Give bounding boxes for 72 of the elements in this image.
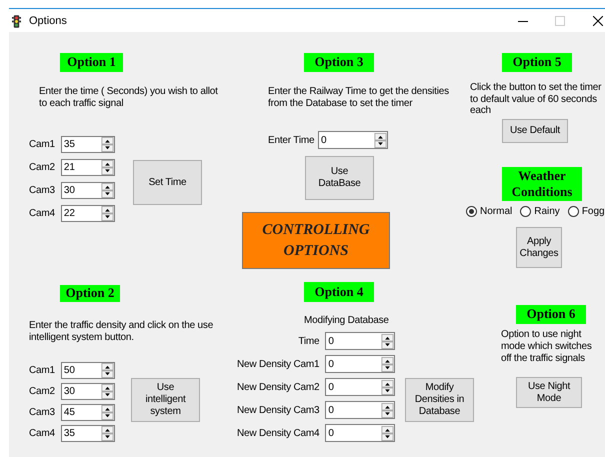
modify-densities-button[interactable]: Modify Densities in Database: [405, 378, 474, 422]
number-field[interactable]: 0: [325, 332, 396, 350]
number-field[interactable]: 30: [60, 182, 115, 199]
number-field[interactable]: 50: [60, 362, 115, 379]
traffic-light-icon: [12, 14, 21, 28]
spin-arrows-icon[interactable]: [381, 402, 394, 418]
radio-label[interactable]: Fogg: [582, 206, 605, 217]
instruction-text: Enter the traffic density and click on the use intelligent system button.: [29, 320, 214, 344]
number-field[interactable]: 0: [325, 378, 396, 396]
spin-arrows-icon[interactable]: [100, 160, 114, 175]
field-label: Cam1: [29, 365, 55, 376]
radio-button[interactable]: [568, 206, 579, 217]
section-heading: Option 1: [60, 53, 123, 72]
radio-button[interactable]: [466, 206, 477, 217]
instruction-text: Enter the Railway Time to get the densities from the Database to set the timer: [268, 86, 450, 110]
close-icon[interactable]: [593, 16, 603, 26]
radio-label[interactable]: Normal: [480, 206, 512, 217]
section-heading: Option 2: [60, 285, 120, 302]
apply-changes-button[interactable]: Apply Changes: [516, 227, 562, 268]
set-time-button[interactable]: Set Time: [133, 160, 202, 205]
field-label: Cam3: [29, 185, 55, 196]
field-label: Cam2: [29, 386, 55, 397]
field-label: Enter Time: [268, 135, 314, 146]
spin-arrows-icon[interactable]: [100, 384, 114, 399]
field-label: Time: [297, 336, 320, 346]
number-field[interactable]: 0: [325, 355, 396, 373]
number-field[interactable]: 0: [318, 131, 388, 149]
field-label: New Density Cam4: [237, 428, 320, 438]
spin-arrows-icon[interactable]: [100, 206, 114, 221]
number-field[interactable]: 21: [60, 159, 115, 176]
instruction-text: Enter the time ( Seconds) you wish to allot to each traffic signal: [39, 86, 219, 110]
use-intelligent-system-button[interactable]: Use intelligent system: [131, 378, 200, 422]
spin-arrows-icon[interactable]: [381, 356, 394, 372]
subtitle-text: Modifying Database: [304, 315, 389, 327]
use-default-button[interactable]: Use Default: [502, 119, 568, 143]
spin-arrows-icon[interactable]: [100, 426, 114, 441]
instruction-text: Click the button to set the timer to default value of 60 seconds each: [470, 82, 602, 116]
number-field[interactable]: 0: [325, 424, 396, 442]
field-label: New Density Cam1: [237, 358, 320, 370]
number-field[interactable]: 30: [60, 383, 115, 400]
field-label: New Density Cam3: [237, 404, 320, 416]
number-field[interactable]: 22: [60, 205, 115, 222]
section-heading: Option 6: [516, 305, 586, 324]
field-label: New Density Cam2: [237, 382, 320, 392]
spin-arrows-icon[interactable]: [381, 426, 394, 440]
section-heading: Option 5: [502, 53, 572, 72]
field-label: Cam2: [29, 162, 55, 173]
window-title: Options: [29, 15, 67, 27]
spin-arrows-icon[interactable]: [100, 137, 114, 152]
use-database-button[interactable]: Use DataBase: [305, 156, 374, 200]
number-field[interactable]: 45: [60, 404, 115, 421]
number-field[interactable]: 35: [60, 136, 115, 153]
radio-label[interactable]: Rainy: [534, 206, 560, 217]
spin-arrows-icon[interactable]: [100, 183, 114, 198]
instruction-text: Option to use night mode which switches off the traffic signals: [501, 329, 593, 365]
spin-arrows-icon[interactable]: [100, 363, 114, 378]
field-label: Cam1: [29, 139, 55, 150]
field-label: Cam4: [29, 208, 55, 219]
spin-arrows-icon[interactable]: [374, 132, 387, 148]
number-field[interactable]: 35: [60, 425, 115, 442]
spin-arrows-icon[interactable]: [381, 380, 394, 394]
section-heading: Option 4: [304, 282, 374, 302]
spin-arrows-icon[interactable]: [100, 405, 114, 420]
section-heading: Option 3: [304, 53, 374, 72]
radio-button[interactable]: [520, 206, 532, 217]
use-night-mode-button[interactable]: Use Night Mode: [516, 377, 582, 408]
spin-arrows-icon[interactable]: [381, 334, 394, 348]
field-label: Cam3: [29, 407, 55, 418]
field-label: Cam4: [29, 428, 55, 439]
number-field[interactable]: 0: [325, 401, 396, 419]
section-heading: Weather Conditions: [502, 167, 582, 201]
banner: CONTROLLING OPTIONS: [242, 212, 390, 269]
